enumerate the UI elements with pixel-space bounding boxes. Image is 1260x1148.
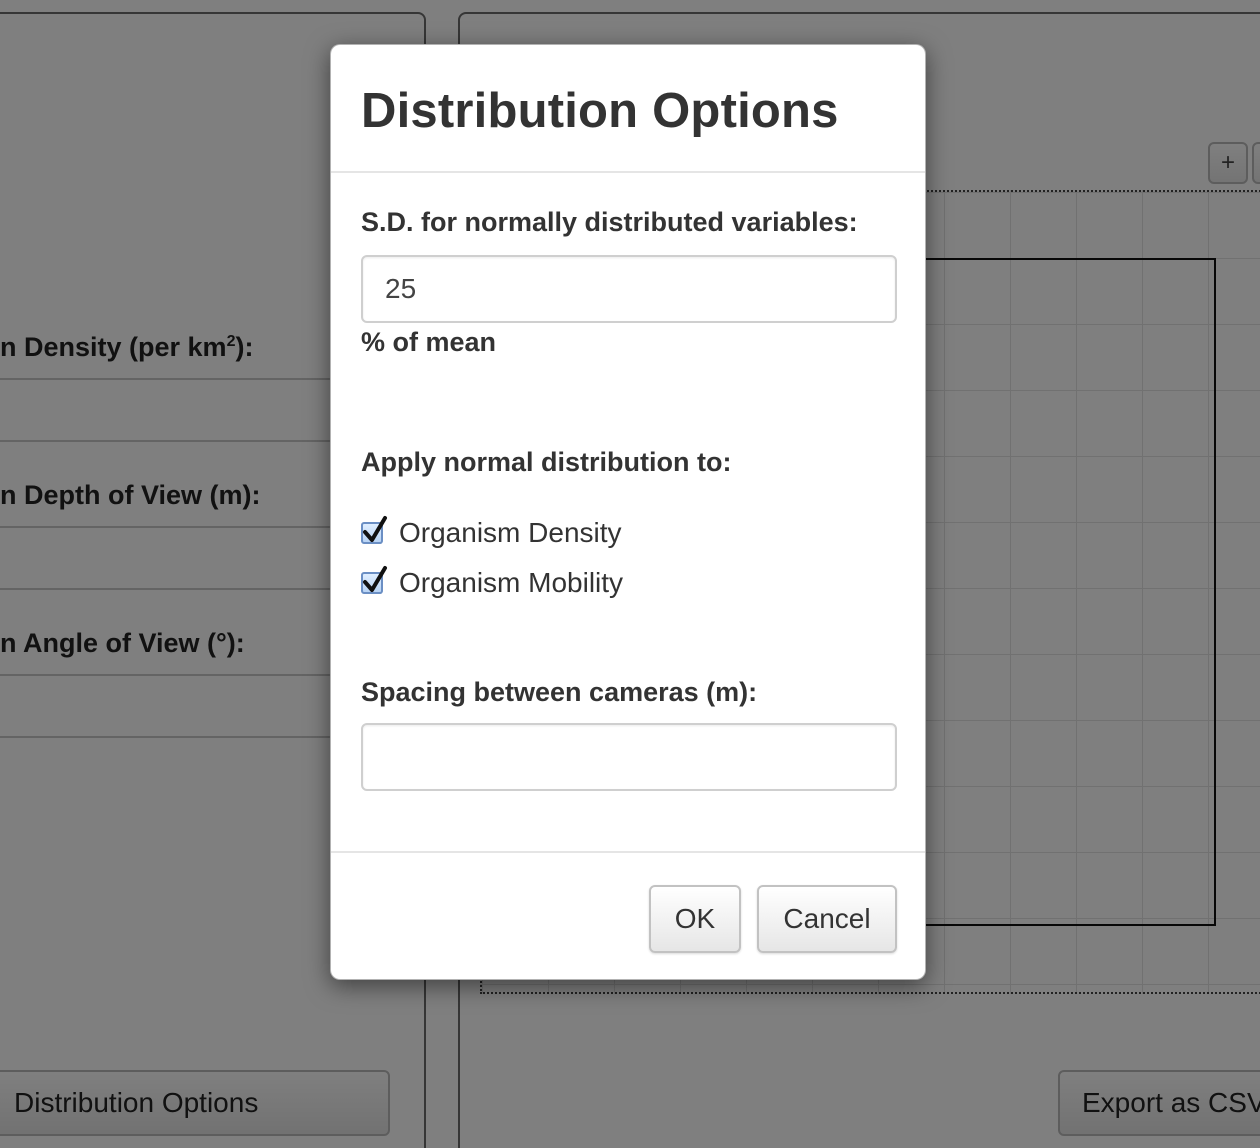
sd-label: S.D. for normally distributed variables: [361,207,858,237]
apply-distribution-label: Apply normal distribution to: [361,447,732,477]
sd-input[interactable] [361,255,897,323]
ok-button[interactable]: OK [649,885,741,953]
dialog-body: S.D. for normally distributed variables:… [331,173,925,851]
checkmark-icon [363,566,387,592]
dialog-title: Distribution Options [361,84,839,138]
dialog-header: Distribution Options [331,45,925,173]
organism-mobility-option[interactable]: Organism Mobility [361,565,623,601]
organism-density-option[interactable]: Organism Density [361,515,622,551]
organism-density-checkbox-label: Organism Density [399,517,622,548]
sd-unit-label: % of mean [361,327,497,357]
cancel-button[interactable]: Cancel [757,885,897,953]
app-page: n Density (per km2): n Depth of View (m)… [0,0,1260,1148]
organism-density-checkbox[interactable] [361,516,387,544]
dialog-footer: OK Cancel [331,851,925,981]
spacing-input[interactable] [361,723,897,791]
checkmark-icon [363,516,387,542]
organism-mobility-checkbox[interactable] [361,566,387,594]
distribution-options-dialog: Distribution Options S.D. for normally d… [330,44,926,980]
spacing-label: Spacing between cameras (m): [361,677,758,707]
organism-mobility-checkbox-label: Organism Mobility [399,567,624,598]
